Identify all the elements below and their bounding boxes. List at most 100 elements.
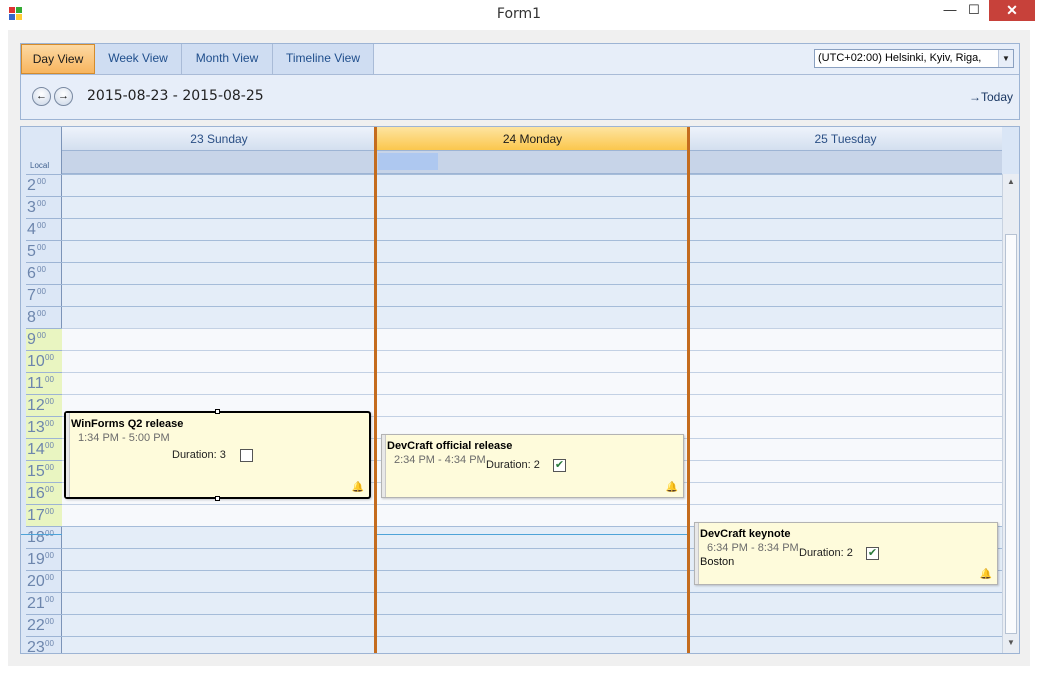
appointment-subject: DevCraft official release bbox=[387, 440, 513, 452]
close-button[interactable]: ✕ bbox=[989, 0, 1035, 21]
time-slot[interactable] bbox=[376, 592, 689, 614]
scroll-up-icon[interactable]: ▲ bbox=[1003, 174, 1019, 190]
time-slot[interactable] bbox=[376, 504, 689, 526]
time-slot[interactable] bbox=[376, 350, 689, 372]
time-slot[interactable] bbox=[689, 394, 1002, 416]
time-slot[interactable] bbox=[376, 218, 689, 240]
time-slot[interactable] bbox=[689, 218, 1002, 240]
time-slot[interactable] bbox=[689, 174, 1002, 196]
duration-checkbox[interactable]: ✔ bbox=[866, 547, 879, 560]
time-slot[interactable] bbox=[62, 614, 376, 636]
chevron-down-icon[interactable]: ▼ bbox=[998, 50, 1013, 67]
time-slot[interactable] bbox=[689, 592, 1002, 614]
time-slot[interactable] bbox=[62, 570, 376, 592]
today-button[interactable]: →Today bbox=[969, 90, 1013, 104]
time-slot[interactable] bbox=[62, 372, 376, 394]
resize-handle-bottom[interactable] bbox=[215, 496, 220, 501]
window-title: Form1 bbox=[496, 6, 542, 22]
time-slot[interactable] bbox=[376, 372, 689, 394]
time-slots[interactable] bbox=[376, 174, 689, 653]
day-column-sunday[interactable]: 23 Sunday bbox=[62, 127, 376, 653]
scrollbar-thumb[interactable] bbox=[1005, 234, 1017, 634]
time-slot[interactable] bbox=[62, 526, 376, 548]
time-slot[interactable] bbox=[376, 394, 689, 416]
time-slot[interactable] bbox=[376, 284, 689, 306]
time-slot[interactable] bbox=[62, 240, 376, 262]
time-slot[interactable] bbox=[62, 174, 376, 196]
time-slot[interactable] bbox=[376, 262, 689, 284]
time-slot[interactable] bbox=[689, 614, 1002, 636]
day-header[interactable]: 25 Tuesday bbox=[689, 127, 1002, 151]
time-slot[interactable] bbox=[62, 262, 376, 284]
time-slot[interactable] bbox=[376, 614, 689, 636]
duration-checkbox[interactable] bbox=[240, 449, 253, 462]
hour-label: 21 00 bbox=[26, 592, 62, 614]
hour-minutes: 00 bbox=[37, 177, 46, 186]
time-slot[interactable] bbox=[689, 438, 1002, 460]
hour-label: 5 00 bbox=[26, 240, 62, 262]
time-slot[interactable] bbox=[689, 328, 1002, 350]
timezone-dropdown[interactable]: (UTC+02:00) Helsinki, Kyiv, Riga, ▼ bbox=[814, 49, 1014, 68]
time-slot[interactable] bbox=[376, 196, 689, 218]
appointment[interactable]: WinForms Q2 release 1:34 PM - 5:00 PM Du… bbox=[64, 409, 371, 501]
time-slot[interactable] bbox=[62, 284, 376, 306]
all-day-area[interactable] bbox=[62, 151, 376, 174]
time-slot[interactable] bbox=[376, 570, 689, 592]
hour-number: 17 bbox=[27, 507, 45, 524]
scroll-down-icon[interactable]: ▼ bbox=[1003, 635, 1019, 651]
maximize-button[interactable]: ☐ bbox=[959, 0, 989, 22]
hour-number: 23 bbox=[27, 639, 45, 654]
time-slot[interactable] bbox=[376, 328, 689, 350]
appointment[interactable]: DevCraft keynote 6:34 PM - 8:34 PM Durat… bbox=[694, 522, 998, 585]
hour-minutes: 00 bbox=[45, 507, 54, 516]
time-slot[interactable] bbox=[62, 504, 376, 526]
time-slot[interactable] bbox=[689, 460, 1002, 482]
time-slot[interactable] bbox=[376, 240, 689, 262]
today-right-border bbox=[687, 127, 690, 653]
tab-timeline-view[interactable]: Timeline View bbox=[273, 44, 374, 74]
duration-checkbox[interactable]: ✔ bbox=[553, 459, 566, 472]
previous-button[interactable]: ← bbox=[32, 87, 51, 106]
selected-all-day-cell[interactable] bbox=[378, 153, 438, 170]
time-slot[interactable] bbox=[689, 262, 1002, 284]
appointment[interactable]: DevCraft official release 2:34 PM - 4:34… bbox=[381, 434, 684, 498]
bell-icon: 🔔 bbox=[351, 482, 364, 493]
all-day-area[interactable] bbox=[689, 151, 1002, 174]
time-slot[interactable] bbox=[62, 328, 376, 350]
day-header[interactable]: 23 Sunday bbox=[62, 127, 376, 151]
next-button[interactable]: → bbox=[54, 87, 73, 106]
vertical-scrollbar[interactable]: ▲ ▼ bbox=[1002, 174, 1019, 653]
appointment-subject: DevCraft keynote bbox=[700, 528, 791, 540]
day-header-today[interactable]: 24 Monday bbox=[376, 127, 689, 151]
hour-label: 3 00 bbox=[26, 196, 62, 218]
time-slot[interactable] bbox=[689, 284, 1002, 306]
time-slot[interactable] bbox=[376, 636, 689, 653]
time-slot[interactable] bbox=[689, 372, 1002, 394]
tab-day-view[interactable]: Day View bbox=[21, 44, 95, 74]
status-bar bbox=[695, 523, 699, 584]
today-left-border bbox=[374, 127, 377, 653]
time-slot[interactable] bbox=[62, 306, 376, 328]
time-slot[interactable] bbox=[689, 306, 1002, 328]
time-slot[interactable] bbox=[376, 526, 689, 548]
time-slot[interactable] bbox=[689, 636, 1002, 653]
time-slot[interactable] bbox=[689, 196, 1002, 218]
resize-handle-top[interactable] bbox=[215, 409, 220, 414]
time-slot[interactable] bbox=[62, 350, 376, 372]
time-slot[interactable] bbox=[376, 306, 689, 328]
time-slot[interactable] bbox=[376, 548, 689, 570]
time-slot[interactable] bbox=[62, 548, 376, 570]
time-slot[interactable] bbox=[689, 240, 1002, 262]
time-slot[interactable] bbox=[689, 350, 1002, 372]
tab-week-view[interactable]: Week View bbox=[95, 44, 182, 74]
time-slot[interactable] bbox=[689, 416, 1002, 438]
time-slot[interactable] bbox=[62, 592, 376, 614]
day-column-monday[interactable]: 24 Monday bbox=[376, 127, 689, 653]
all-day-area[interactable] bbox=[376, 151, 689, 174]
time-slot[interactable] bbox=[62, 636, 376, 653]
time-slot[interactable] bbox=[689, 482, 1002, 504]
time-slot[interactable] bbox=[62, 218, 376, 240]
time-slot[interactable] bbox=[376, 174, 689, 196]
time-slot[interactable] bbox=[62, 196, 376, 218]
tab-month-view[interactable]: Month View bbox=[182, 44, 273, 74]
